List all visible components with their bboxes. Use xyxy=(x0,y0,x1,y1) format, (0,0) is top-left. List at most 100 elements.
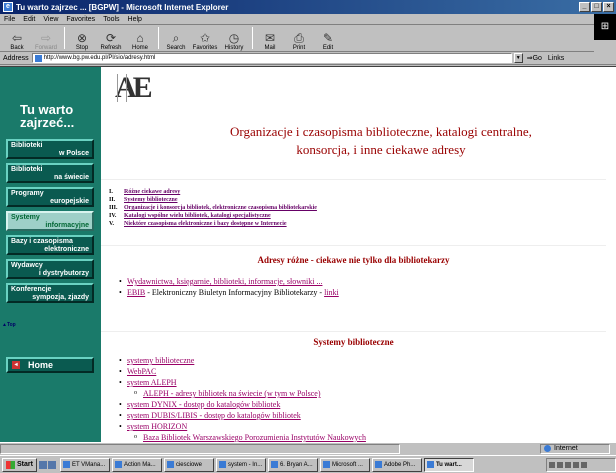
sidebar-item-sublabel: i dystrybutorzy xyxy=(38,270,89,277)
system-link[interactable]: system HORIZON xyxy=(127,422,187,431)
browser-window: e Tu warto zajrzec ... [BGPW] - Microsof… xyxy=(0,0,616,473)
quick-launch-icon[interactable] xyxy=(47,460,56,469)
toc-link[interactable]: Niektóre czasopisma elektroniczne i bazy… xyxy=(124,220,287,228)
task-label: Microsoft ... xyxy=(331,461,363,468)
favorites-button[interactable]: ✩ Favorites xyxy=(192,31,218,51)
app-icon xyxy=(426,461,434,468)
sidebar-item-7[interactable]: Konferencje sympozja, zjazdy xyxy=(6,283,94,303)
start-button[interactable]: Start xyxy=(2,457,37,472)
links-button[interactable]: Links xyxy=(548,55,564,62)
address-input[interactable]: http://www.bg.pw.edu.pl/Pl/sio/adresy.ht… xyxy=(31,53,512,63)
app-icon xyxy=(374,461,382,468)
link-ebib[interactable]: EBIB xyxy=(127,288,145,297)
taskbar-task[interactable]: Action Ma... xyxy=(111,457,162,472)
tray-icon[interactable] xyxy=(573,461,579,468)
home-button[interactable]: ⌂ Home xyxy=(127,31,153,51)
refresh-button[interactable]: ⟳ Refresh xyxy=(98,31,124,51)
stop-icon: ⊗ xyxy=(76,31,88,45)
sidebar-item-1[interactable]: Biblioteki w Polsce xyxy=(6,139,94,159)
taskbar-task[interactable]: ET VMana... xyxy=(59,457,110,472)
sidebar-item-sublabel: elektroniczne xyxy=(44,246,89,253)
system-link[interactable]: system DYNIX - dostęp do katalogów bibli… xyxy=(127,400,280,409)
link-wydawnictwa[interactable]: Wydawnictwa, księgarnie, biblioteki, inf… xyxy=(127,277,322,286)
stop-button[interactable]: ⊗ Stop xyxy=(69,31,95,51)
menu-favorites[interactable]: Favorites xyxy=(66,16,95,23)
list-item: EBIB - Elektroniczny Biuletyn Informacyj… xyxy=(119,287,339,298)
menu-help[interactable]: Help xyxy=(128,16,142,23)
taskbar-task[interactable]: Microsoft ... xyxy=(319,457,370,472)
taskbar-task[interactable]: Tu wart... xyxy=(423,457,474,472)
menu-edit[interactable]: Edit xyxy=(23,16,35,23)
list-item: Wydawnictwa, księgarnie, biblioteki, inf… xyxy=(119,276,339,287)
system-link[interactable]: ALEPH - adresy bibliotek na świecie (w t… xyxy=(143,389,321,398)
close-button[interactable]: × xyxy=(603,2,614,12)
app-icon xyxy=(166,461,174,468)
tray-icon[interactable] xyxy=(549,461,555,468)
address-bar: Address http://www.bg.pw.edu.pl/Pl/sio/a… xyxy=(0,52,616,65)
zone-indicator: Internet xyxy=(540,443,610,454)
menu-file[interactable]: File xyxy=(4,16,15,23)
menu-bar: File Edit View Favorites Tools Help xyxy=(0,14,616,25)
taskbar-task[interactable]: Adobe Ph... xyxy=(371,457,422,472)
toc-number: V. xyxy=(109,221,115,227)
back-button[interactable]: ⇦ Back xyxy=(4,31,30,51)
sidebar-item-3[interactable]: Programy europejskie xyxy=(6,187,94,207)
toc-number: II. xyxy=(109,197,116,203)
link-linki[interactable]: linki xyxy=(324,288,339,297)
quick-launch-icon[interactable] xyxy=(38,460,47,469)
toolbar-label: Home xyxy=(131,45,148,51)
toc-row: III. Organizacje i konsorcja bibliotek, e… xyxy=(109,204,317,212)
home-button[interactable]: ◂ Home xyxy=(6,357,94,373)
print-button[interactable]: ⎙ Print xyxy=(286,31,312,51)
sidebar-item-2[interactable]: Biblioteki na świecie xyxy=(6,163,94,183)
taskbar-task[interactable]: system - In... xyxy=(215,457,266,472)
forward-button[interactable]: ⇨ Forward xyxy=(33,31,59,51)
toolbar-label: Back xyxy=(10,45,24,51)
toc-link[interactable]: Różne ciekawe adresy xyxy=(124,188,180,196)
sidebar-item-label: Biblioteki xyxy=(11,142,43,149)
mail-button[interactable]: ✉ Mail xyxy=(257,31,283,51)
system-link[interactable]: WebPAC xyxy=(127,367,156,376)
toc-number: I. xyxy=(109,189,113,195)
system-link[interactable]: Baza Bibliotek Warszawskiego Porozumieni… xyxy=(143,433,366,442)
search-button[interactable]: ⌕ Search xyxy=(163,31,189,51)
page-title-line2: konsorcja, i inne ciekawe adresy xyxy=(296,142,466,157)
tray-icon[interactable] xyxy=(581,461,587,468)
taskbar-task[interactable]: 6. Bryan A... xyxy=(267,457,318,472)
address-dropdown-button[interactable]: ▼ xyxy=(513,53,523,63)
taskbar-task[interactable]: ciesciowe xyxy=(163,457,214,472)
maximize-button[interactable]: □ xyxy=(591,2,602,12)
home-icon: ⌂ xyxy=(136,31,144,45)
toc-row: V. Niektóre czasopisma elektroniczne i ba… xyxy=(109,220,317,228)
menu-view[interactable]: View xyxy=(43,16,58,23)
sidebar-item-5[interactable]: Bazy i czasopisma elektroniczne xyxy=(6,235,94,255)
sidebar-item-6[interactable]: Wydawcy i dystrybutorzy xyxy=(6,259,94,279)
minimize-button[interactable]: _ xyxy=(579,2,590,12)
menu-tools[interactable]: Tools xyxy=(103,16,119,23)
task-label: system - In... xyxy=(227,461,263,468)
top-link[interactable]: ▲Top xyxy=(2,322,16,328)
app-icon xyxy=(270,461,278,468)
system-link[interactable]: systemy biblioteczne xyxy=(127,356,194,365)
quick-launch xyxy=(38,460,56,469)
history-icon: ◷ xyxy=(228,31,240,45)
tray-icon[interactable] xyxy=(565,461,571,468)
toc-link[interactable]: Katalogi wspólne wielu bibliotek, katalo… xyxy=(124,212,271,220)
list-item: system DUBIS/LIBIS - dostęp do katalogów… xyxy=(119,410,366,421)
window-title: Tu warto zajrzec ... [BGPW] - Microsoft … xyxy=(16,2,229,12)
print-icon: ⎙ xyxy=(294,31,304,45)
system-link[interactable]: system DUBIS/LIBIS - dostęp do katalogów… xyxy=(127,411,301,420)
toc-link[interactable]: Systemy biblioteczne xyxy=(124,196,178,204)
tray-icon[interactable] xyxy=(557,461,563,468)
sidebar-item-4[interactable]: Systemy informacyjne xyxy=(6,211,94,231)
system-link[interactable]: system ALEPH xyxy=(127,378,177,387)
page-viewport[interactable]: Tu warto zajrzeć... Biblioteki w Polsce Bi… xyxy=(0,66,616,442)
task-label: Adobe Ph... xyxy=(383,461,416,468)
toolbar-label: Refresh xyxy=(100,45,122,51)
edit-button[interactable]: ✎ Edit xyxy=(315,31,341,51)
toc-link[interactable]: Organizacje i konsorcja bibliotek, elekt… xyxy=(124,204,317,212)
table-of-contents: I. Różne ciekawe adresy II. Systemy bibliot… xyxy=(109,188,317,228)
go-button[interactable]: ⇒Go xyxy=(527,54,542,62)
toolbar-separator xyxy=(64,27,65,49)
history-button[interactable]: ◷ History xyxy=(221,31,247,51)
